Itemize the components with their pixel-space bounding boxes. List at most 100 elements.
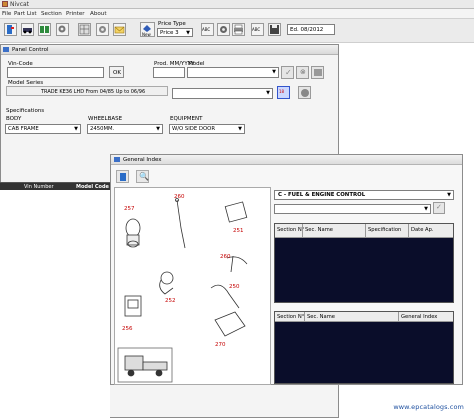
callout-251[interactable]: 251 bbox=[233, 228, 244, 234]
toolbar: New Price Type Price 3 ▼ ABC ABC Ed. 08/… bbox=[0, 19, 474, 43]
chevron-down-icon: ▼ bbox=[266, 90, 270, 96]
section-select[interactable]: C - FUEL & ENGINE CONTROL ▼ bbox=[274, 190, 454, 200]
confirm-button[interactable]: ✓ bbox=[281, 66, 294, 79]
exit-button[interactable] bbox=[116, 170, 129, 183]
divider bbox=[302, 224, 303, 238]
callout-252[interactable]: 252 bbox=[165, 298, 176, 304]
save-icon[interactable] bbox=[268, 23, 281, 36]
general-index-titlebar: General Index bbox=[111, 155, 462, 165]
callout-260b[interactable]: 260 bbox=[220, 254, 231, 260]
print-button[interactable] bbox=[311, 66, 324, 79]
new-button[interactable]: New bbox=[140, 22, 155, 37]
menu-about[interactable]: About bbox=[90, 11, 107, 17]
check-icon: ✓ bbox=[436, 203, 442, 211]
confirm-section-button[interactable]: ✓ bbox=[433, 202, 445, 214]
section-select-value: C - FUEL & ENGINE CONTROL bbox=[278, 192, 366, 198]
general-index-header: General Index bbox=[401, 314, 438, 320]
divider bbox=[304, 312, 305, 322]
parts-diagram[interactable]: 257 260 251 260 252 250 256 270 bbox=[114, 187, 271, 385]
abc-icon[interactable]: ABC bbox=[201, 23, 214, 36]
model-select[interactable]: ▼ bbox=[187, 67, 279, 78]
callout-260[interactable]: 260 bbox=[174, 194, 185, 200]
chevron-down-icon: ▼ bbox=[447, 192, 451, 198]
subsection-select[interactable]: ▼ bbox=[274, 204, 431, 214]
chevron-down-icon: ▼ bbox=[272, 69, 276, 75]
ok-button[interactable]: OK bbox=[109, 66, 124, 78]
chevron-down-icon: ▼ bbox=[186, 30, 190, 36]
vin-code-input[interactable] bbox=[7, 67, 104, 78]
magnifier-icon: 🔍 bbox=[139, 172, 149, 181]
equipment-value: W/O SIDE DOOR bbox=[172, 126, 216, 132]
settings-icon[interactable] bbox=[96, 23, 109, 36]
variant-select[interactable]: ▼ bbox=[172, 88, 273, 99]
parts-button[interactable] bbox=[298, 86, 311, 99]
date-ap-header: Date Ap. bbox=[411, 227, 434, 233]
specification-header: Specification bbox=[368, 227, 402, 233]
divider bbox=[408, 224, 409, 238]
print-icon[interactable] bbox=[232, 23, 245, 36]
part-251-drawing bbox=[224, 201, 248, 223]
mail-icon[interactable] bbox=[113, 23, 126, 36]
close-icon: ⊗ bbox=[300, 68, 306, 76]
wheelbase-select[interactable]: 2450MM. ▼ bbox=[87, 124, 163, 134]
part-257-drawing bbox=[125, 218, 141, 248]
vin-list-header: Vin Number Model Code bbox=[0, 182, 122, 190]
prod-input[interactable] bbox=[153, 67, 185, 78]
divider bbox=[398, 312, 399, 322]
app-title: Nivcat bbox=[10, 1, 30, 8]
body-value: CAB FRAME bbox=[8, 126, 39, 132]
wheelbase-value: 2450MM. bbox=[90, 126, 115, 132]
zoom-button[interactable]: 🔍 bbox=[136, 170, 149, 183]
calendar-icon[interactable]: 18 bbox=[277, 86, 290, 99]
check-icon: ✓ bbox=[285, 68, 292, 77]
callout-257[interactable]: 257 bbox=[124, 206, 135, 212]
general-index-table[interactable]: Section N° Sec. Name General Index bbox=[274, 311, 454, 384]
ok-label: OK bbox=[113, 70, 121, 76]
price-type-label: Price Type bbox=[158, 21, 186, 27]
sec-name-header-2: Sec. Name bbox=[307, 314, 335, 320]
callout-270[interactable]: 270 bbox=[215, 342, 226, 348]
grid-icon[interactable] bbox=[78, 23, 91, 36]
edition-field: Ed. 08/2012 bbox=[287, 24, 335, 35]
vin-list-body[interactable] bbox=[0, 190, 110, 418]
parts-icon[interactable] bbox=[56, 23, 69, 36]
exit-icon bbox=[120, 173, 126, 181]
menu-section[interactable]: Section bbox=[41, 11, 62, 17]
menu-file[interactable]: File bbox=[2, 11, 11, 17]
callout-256[interactable]: 256 bbox=[122, 326, 133, 332]
body-select[interactable]: CAB FRAME ▼ bbox=[5, 124, 81, 134]
cancel-button[interactable]: ⊗ bbox=[296, 66, 309, 79]
sec-name-header: Sec. Name bbox=[305, 227, 333, 233]
section-no-header: Section N° bbox=[277, 227, 305, 233]
part-270-drawing bbox=[214, 311, 246, 337]
abc-search-icon[interactable]: ABC bbox=[251, 23, 264, 36]
book-icon[interactable] bbox=[38, 23, 51, 36]
callout-250[interactable]: 250 bbox=[229, 284, 240, 290]
exit-icon[interactable] bbox=[4, 23, 17, 36]
section-no-header-2: Section N° bbox=[277, 314, 305, 320]
general-index-title: General Index bbox=[123, 157, 162, 163]
menu-printer[interactable]: Printer bbox=[66, 11, 85, 17]
chevron-down-icon: ▼ bbox=[156, 126, 160, 132]
specifications-label: Specifications bbox=[6, 108, 45, 114]
gear-icon bbox=[301, 89, 309, 97]
chevron-down-icon: ▼ bbox=[74, 126, 78, 132]
gear-icon[interactable] bbox=[217, 23, 230, 36]
chevron-down-icon: ▼ bbox=[424, 206, 428, 212]
section-table-header: Section N° Sec. Name Specification Date … bbox=[275, 224, 453, 238]
divider bbox=[365, 224, 366, 238]
part-256-drawing bbox=[124, 295, 142, 317]
watermark: www.epcatalogs.com bbox=[393, 403, 464, 411]
app-titlebar: Nivcat bbox=[0, 0, 474, 9]
truck-thumbnail bbox=[117, 347, 173, 383]
wheelbase-label: WHEELBASE bbox=[88, 116, 123, 122]
part-260-drawing bbox=[175, 198, 186, 249]
car-icon[interactable] bbox=[21, 23, 34, 36]
section-table[interactable]: Section N° Sec. Name Specification Date … bbox=[274, 223, 454, 303]
menu-part-list[interactable]: Part List bbox=[14, 11, 37, 17]
equipment-select[interactable]: W/O SIDE DOOR ▼ bbox=[169, 124, 245, 134]
window-icon bbox=[114, 157, 120, 162]
price-type-select[interactable]: Price 3 ▼ bbox=[157, 28, 193, 37]
edition-value: Ed. 08/2012 bbox=[290, 27, 324, 33]
print-icon bbox=[314, 69, 322, 76]
